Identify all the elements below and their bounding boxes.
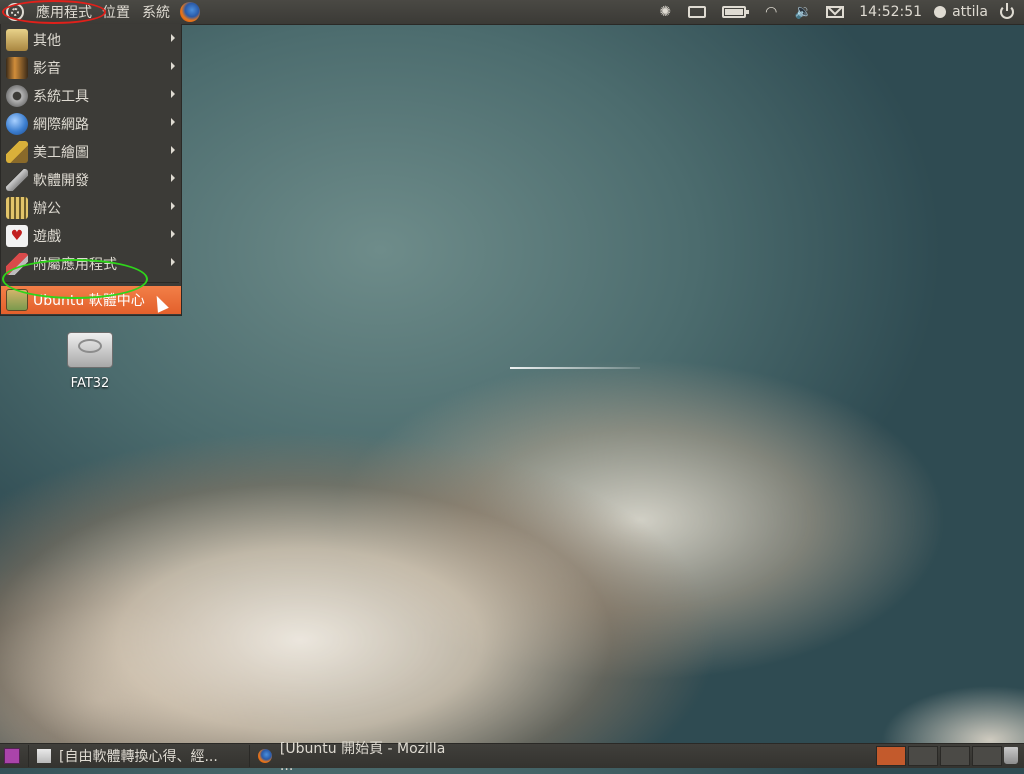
menu-item-other[interactable]: 其他: [1, 26, 181, 54]
workspace-1[interactable]: [876, 746, 906, 766]
submenu-arrow-icon: [171, 202, 175, 210]
firefox-icon[interactable]: [180, 2, 200, 22]
volume-icon[interactable]: 🔉: [794, 3, 812, 21]
task-label: [Ubuntu 開始頁 - Mozilla ...: [279, 741, 446, 774]
submenu-arrow-icon: [171, 230, 175, 238]
clock[interactable]: 14:52:51: [859, 4, 922, 20]
taskbar-item-document[interactable]: [自由軟體轉換心得、經...: [28, 745, 249, 767]
submenu-arrow-icon: [171, 34, 175, 42]
power-icon[interactable]: [1000, 3, 1014, 19]
menu-item-programming[interactable]: 軟體開發: [1, 166, 181, 194]
menu-item-accessories[interactable]: 附屬應用程式: [1, 250, 181, 278]
places-menu[interactable]: 位置: [96, 2, 136, 22]
office-icon: [6, 197, 28, 219]
menu-item-system-tools[interactable]: 系統工具: [1, 82, 181, 110]
menu-item-label: 遊戲: [33, 229, 61, 245]
taskbar-item-firefox[interactable]: [Ubuntu 開始頁 - Mozilla ...: [249, 741, 470, 774]
hard-drive-icon: [67, 332, 113, 368]
menu-item-office[interactable]: 辦公: [1, 194, 181, 222]
contrail: [510, 367, 640, 369]
user-icon[interactable]: [934, 6, 947, 18]
mail-icon[interactable]: [826, 3, 845, 21]
keyboard-icon[interactable]: [688, 3, 707, 21]
system-tools-icon: [6, 85, 28, 107]
workspace-3[interactable]: [940, 746, 970, 766]
menu-item-label: Ubuntu 軟體中心: [33, 293, 145, 309]
trash-icon[interactable]: [1004, 747, 1018, 764]
submenu-arrow-icon: [171, 118, 175, 126]
user-name[interactable]: attila: [952, 4, 988, 20]
sound-video-icon: [6, 57, 28, 79]
submenu-arrow-icon: [171, 62, 175, 70]
workspace-4[interactable]: [972, 746, 1002, 766]
bottom-panel: [自由軟體轉換心得、經... [Ubuntu 開始頁 - Mozilla ...: [0, 741, 1024, 774]
menu-item-games[interactable]: ♥ 遊戲: [1, 222, 181, 250]
software-center-icon: [6, 289, 28, 311]
ubuntu-logo-icon[interactable]: [6, 3, 24, 21]
menu-item-label: 美工繪圖: [33, 145, 89, 161]
menu-separator: [3, 282, 179, 283]
workspace-switcher[interactable]: [876, 746, 1004, 766]
menu-item-label: 其他: [33, 33, 61, 49]
menu-item-sound-video[interactable]: 影音: [1, 54, 181, 82]
menu-item-label: 網際網路: [33, 117, 89, 133]
submenu-arrow-icon: [171, 258, 175, 266]
menu-item-label: 辦公: [33, 201, 61, 217]
menu-item-graphics[interactable]: 美工繪圖: [1, 138, 181, 166]
show-desktop-icon[interactable]: [4, 748, 20, 764]
graphics-icon: [6, 141, 28, 163]
document-icon: [37, 749, 51, 763]
menu-item-label: 附屬應用程式: [33, 257, 117, 273]
drive-label: FAT32: [70, 376, 110, 391]
games-icon: ♥: [6, 225, 28, 247]
firefox-icon: [258, 749, 272, 763]
task-label: [自由軟體轉換心得、經...: [59, 749, 218, 765]
applications-dropdown: 其他 影音 系統工具 網際網路 美工繪圖 軟體開發 辦公 ♥ 遊戲 附屬應用程式: [0, 24, 182, 316]
submenu-arrow-icon: [171, 174, 175, 182]
applications-menu[interactable]: 應用程式: [32, 2, 96, 22]
other-icon: [6, 29, 28, 51]
programming-icon: [6, 169, 28, 191]
network-spiral-icon[interactable]: ✺: [656, 3, 674, 21]
internet-icon: [6, 113, 28, 135]
accessories-icon: [6, 253, 28, 275]
wifi-icon[interactable]: ◠: [762, 3, 780, 21]
menu-item-label: 系統工具: [33, 89, 89, 105]
fat32-drive[interactable]: FAT32: [55, 332, 125, 396]
menu-item-internet[interactable]: 網際網路: [1, 110, 181, 138]
system-menu[interactable]: 系統: [136, 2, 176, 22]
menu-item-label: 影音: [33, 61, 61, 77]
menu-item-label: 軟體開發: [33, 173, 89, 189]
workspace-2[interactable]: [908, 746, 938, 766]
submenu-arrow-icon: [171, 146, 175, 154]
battery-icon[interactable]: [720, 3, 750, 21]
top-panel: 應用程式 位置 系統 ✺ ◠ 🔉 14:52:51 attila: [0, 0, 1024, 25]
submenu-arrow-icon: [171, 90, 175, 98]
